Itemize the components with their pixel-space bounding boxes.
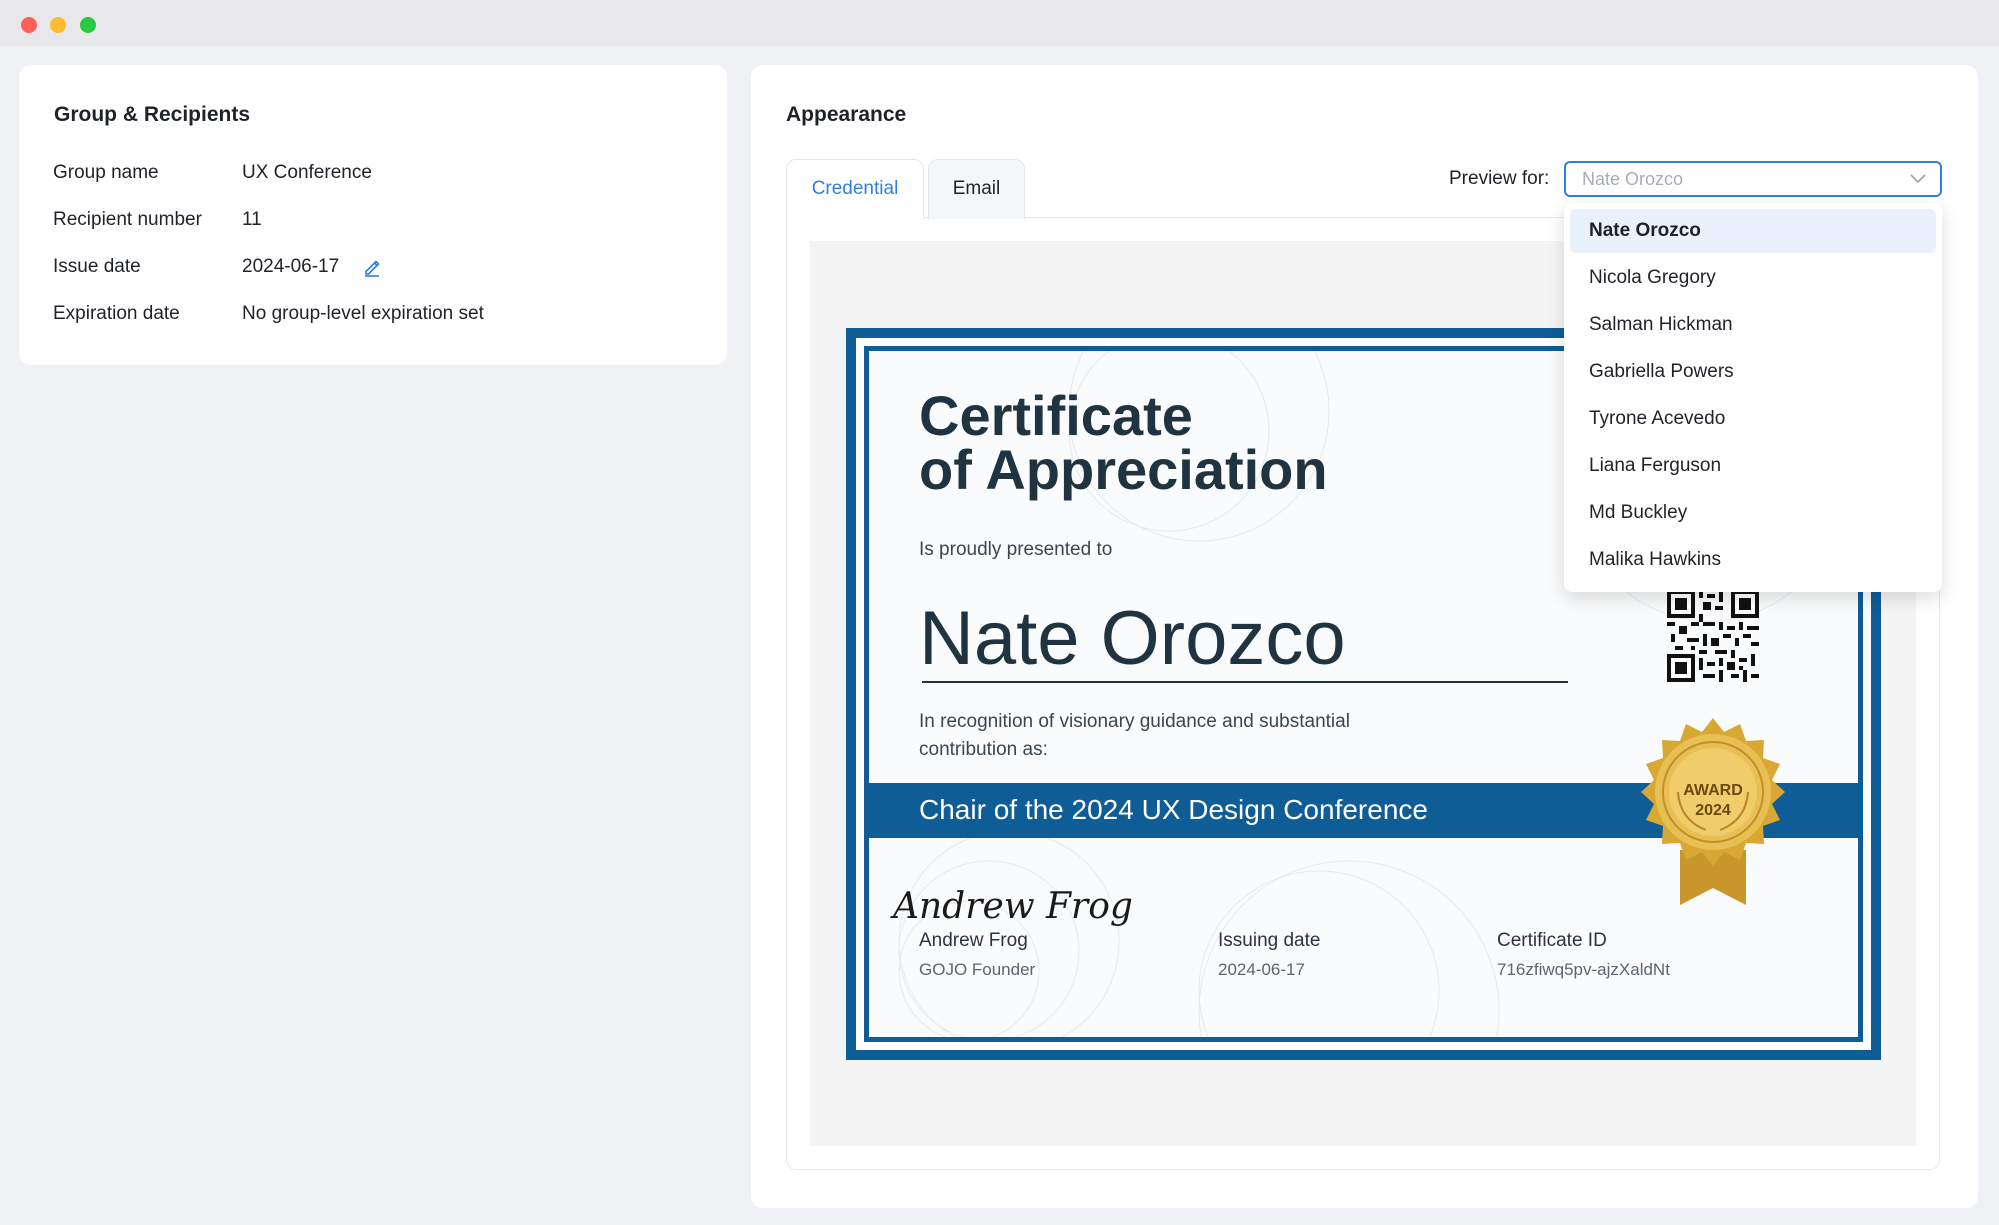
- dropdown-option-liana-ferguson[interactable]: Liana Ferguson: [1570, 444, 1936, 488]
- issuing-date-value: 2024-06-17: [1218, 960, 1305, 979]
- expiration-date-value: No group-level expiration set: [242, 303, 484, 324]
- close-window-button[interactable]: [21, 17, 37, 33]
- dropdown-option-malika-hawkins[interactable]: Malika Hawkins: [1570, 538, 1936, 582]
- pencil-icon[interactable]: [362, 257, 382, 277]
- dropdown-option-gabriella-powers[interactable]: Gabriella Powers: [1570, 350, 1936, 394]
- issue-date-row: Issue date 2024-06-17: [53, 254, 703, 280]
- role-text: Chair of the 2024 UX Design Conference: [919, 794, 1428, 825]
- signer-name: Andrew Frog: [919, 930, 1028, 951]
- recipient-number-value: 11: [242, 209, 262, 230]
- group-name-row: Group name UX Conference: [53, 160, 703, 186]
- seal-text-line2: 2024: [1695, 802, 1731, 819]
- dropdown-option-tyrone-acevedo[interactable]: Tyrone Acevedo: [1570, 397, 1936, 441]
- dropdown-option-md-buckley[interactable]: Md Buckley: [1570, 491, 1936, 535]
- name-underline: [922, 681, 1568, 683]
- tab-email[interactable]: Email: [928, 159, 1025, 219]
- expiration-date-row: Expiration date No group-level expiratio…: [53, 301, 703, 327]
- group-name-label: Group name: [53, 162, 159, 183]
- minimize-window-button[interactable]: [50, 17, 66, 33]
- certificate-title-line1: Certificate: [919, 384, 1193, 447]
- group-name-value: UX Conference: [242, 162, 372, 183]
- issue-date-label: Issue date: [53, 256, 141, 277]
- window-titlebar: [0, 0, 1999, 46]
- certificate-title-line2: of Appreciation: [919, 438, 1328, 501]
- certificate-id-label: Certificate ID: [1497, 930, 1607, 951]
- appearance-title: Appearance: [786, 103, 907, 126]
- signer-title: GOJO Founder: [919, 960, 1036, 979]
- expiration-date-label: Expiration date: [53, 303, 180, 324]
- qr-code-icon: [1667, 590, 1759, 682]
- certificate-id-value: 716zfiwq5pv-ajzXaldNt: [1497, 960, 1670, 979]
- recipient-number-label: Recipient number: [53, 209, 202, 230]
- recognition-line2: contribution as:: [919, 739, 1048, 760]
- preview-for-label: Preview for:: [1449, 168, 1550, 189]
- chevron-down-icon: [1910, 174, 1926, 184]
- recipient-number-row: Recipient number 11: [53, 207, 703, 233]
- dropdown-option-nicola-gregory[interactable]: Nicola Gregory: [1570, 256, 1936, 300]
- seal-text-line1: AWARD: [1683, 782, 1743, 799]
- preview-for-select-value: Nate Orozco: [1582, 169, 1684, 189]
- issue-date-value: 2024-06-17: [242, 256, 340, 277]
- recipient-name: Nate Orozco: [919, 596, 1346, 681]
- preview-for-select[interactable]: Nate Orozco: [1564, 161, 1942, 197]
- zoom-window-button[interactable]: [80, 17, 96, 33]
- dropdown-option-salman-hickman[interactable]: Salman Hickman: [1570, 303, 1936, 347]
- presented-to-text: Is proudly presented to: [919, 539, 1113, 560]
- tab-credential[interactable]: Credential: [786, 159, 924, 219]
- dropdown-option-nate-orozco[interactable]: Nate Orozco: [1570, 209, 1936, 253]
- recognition-line1: In recognition of visionary guidance and…: [919, 711, 1350, 732]
- group-card-title: Group & Recipients: [54, 103, 251, 126]
- preview-for-dropdown-menu: Nate Orozco Nicola Gregory Salman Hickma…: [1564, 203, 1942, 592]
- signature: Andrew Frog: [893, 886, 1133, 927]
- issuing-date-label: Issuing date: [1218, 930, 1321, 951]
- group-recipients-card: Group & Recipients Group name UX Confere…: [19, 65, 727, 365]
